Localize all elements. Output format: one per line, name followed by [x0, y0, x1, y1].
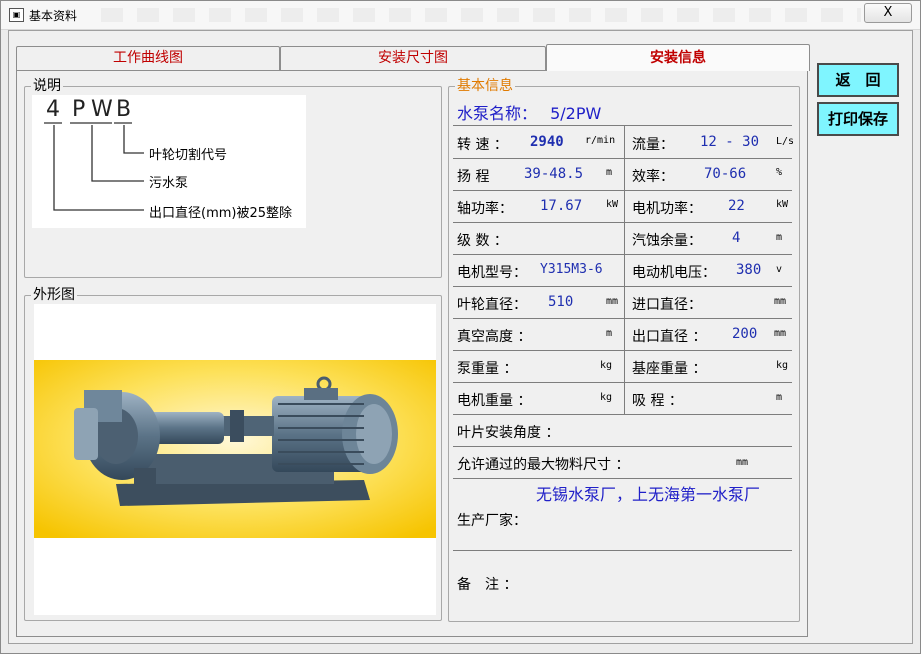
table-line	[453, 190, 792, 191]
table-line	[453, 222, 792, 223]
npsh-value: 4	[732, 230, 741, 246]
tab-work-curve[interactable]: 工作曲线图	[16, 46, 280, 70]
outlet-diameter-value: 200	[732, 326, 758, 342]
inlet-diameter-label: 进口直径：	[632, 297, 702, 313]
appearance-title: 外形图	[31, 287, 77, 303]
motor-weight-unit: kg	[600, 392, 613, 403]
speed-unit: r/min	[585, 135, 616, 146]
impeller-diameter-label: 叶轮直径：	[457, 297, 527, 313]
table-line	[453, 158, 792, 159]
motor-voltage-label: 电动机电压：	[632, 265, 716, 281]
shaft-power-unit: kW	[606, 199, 619, 210]
pump-name-label: 水泵名称：	[457, 104, 538, 123]
label-impeller-cut: 叶轮切割代号	[149, 148, 228, 163]
suction-lift-label: 吸 程 ：	[632, 393, 683, 409]
impeller-diameter-value: 510	[548, 294, 574, 310]
vacuum-height-label: 真空高度 ：	[457, 329, 532, 345]
speed-label: 转 速 ：	[457, 137, 508, 153]
table-line	[453, 125, 792, 126]
blade-angle-label: 叶片安装角度 ：	[457, 425, 560, 441]
impeller-diameter-unit: mm	[606, 296, 619, 307]
table-line	[453, 254, 792, 255]
model-code-diagram: 4 P W B 叶轮切割代号 污水泵 出口直径(mm)被25整除	[32, 95, 306, 228]
print-save-button[interactable]: 打印保存	[817, 102, 899, 136]
pump-weight-unit: kg	[600, 360, 613, 371]
app-icon: ▣	[9, 8, 24, 22]
manufacturer-value: 无锡水泵厂，上无海第一水泵厂	[536, 485, 761, 504]
efficiency-unit: %	[776, 167, 783, 178]
ghost-toolbar	[101, 8, 861, 22]
label-outlet-diameter: 出口直径(mm)被25整除	[149, 206, 293, 221]
pump-name-value: 5/2PW	[550, 104, 602, 123]
table-column-divider	[624, 126, 625, 414]
motor-power-unit: kW	[776, 199, 789, 210]
head-label: 扬 程	[457, 169, 490, 185]
pump-photo	[34, 304, 436, 615]
table-line	[453, 350, 792, 351]
motor-power-label: 电机功率：	[632, 201, 702, 217]
npsh-label: 汽蚀余量：	[632, 233, 702, 249]
tab-strip: 工作曲线图 安装尺寸图 安装信息	[16, 44, 810, 71]
pump-name-row: 水泵名称： 5/2PW	[457, 100, 601, 124]
motor-weight-label: 电机重量 ：	[457, 393, 532, 409]
pump-image	[34, 360, 436, 538]
base-weight-unit: kg	[776, 360, 789, 371]
stages-label: 级 数 ：	[457, 233, 508, 249]
inlet-diameter-unit: mm	[774, 296, 787, 307]
basic-info-title: 基本信息	[455, 78, 515, 94]
motor-model-value: Y315M3-6	[540, 262, 603, 277]
vacuum-height-unit: m	[606, 328, 613, 339]
outlet-diameter-unit: mm	[774, 328, 787, 339]
motor-voltage-unit: v	[776, 264, 783, 275]
efficiency-label: 效率：	[632, 169, 674, 185]
motor-voltage-value: 380	[736, 262, 762, 278]
flow-value: 12 - 30	[700, 134, 760, 150]
close-button[interactable]: X	[864, 3, 912, 23]
table-line	[453, 318, 792, 319]
window-title: 基本资料	[29, 9, 78, 23]
shaft-power-label: 轴功率：	[457, 201, 513, 217]
table-line	[453, 478, 792, 479]
outlet-diameter-label: 出口直径 ：	[632, 329, 707, 345]
flow-label: 流量：	[632, 137, 674, 153]
motor-power-value: 22	[728, 198, 745, 214]
table-line	[453, 382, 792, 383]
npsh-unit: m	[776, 232, 783, 243]
head-value: 39-48.5	[524, 166, 584, 182]
tab-install-info[interactable]: 安装信息	[546, 44, 810, 71]
speed-value: 2940	[530, 134, 564, 150]
table-line	[453, 446, 792, 447]
back-button[interactable]: 返 回	[817, 63, 899, 97]
flow-unit: L/s	[776, 136, 795, 147]
explain-title: 说明	[31, 78, 63, 94]
max-material-unit: mm	[736, 457, 749, 468]
shaft-power-value: 17.67	[540, 198, 583, 214]
manufacturer-label: 生产厂家：	[457, 513, 527, 529]
table-line	[453, 286, 792, 287]
efficiency-value: 70-66	[704, 166, 747, 182]
suction-lift-unit: m	[776, 392, 783, 403]
base-weight-label: 基座重量 ：	[632, 361, 707, 377]
label-sewage-pump: 污水泵	[149, 176, 189, 191]
tab-install-dimensions[interactable]: 安装尺寸图	[280, 46, 546, 70]
motor-model-label: 电机型号：	[457, 265, 527, 281]
max-material-label: 允许通过的最大物料尺寸 ：	[457, 457, 630, 473]
pump-weight-label: 泵重量 ：	[457, 361, 518, 377]
table-line	[453, 414, 792, 415]
head-unit: m	[606, 167, 613, 178]
title-bar: ▣ 基本资料 X	[1, 1, 920, 30]
table-line	[453, 550, 792, 551]
remark-label: 备 注 ：	[457, 577, 518, 593]
